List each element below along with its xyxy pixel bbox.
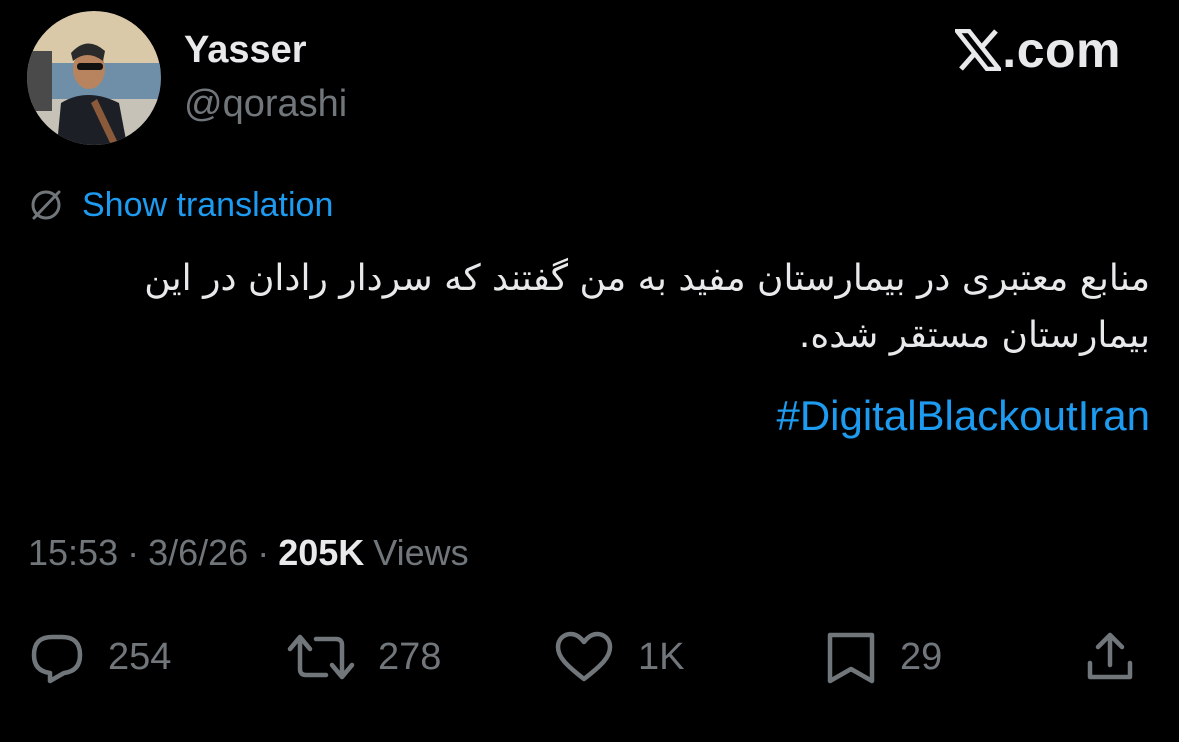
reply-icon: [31, 634, 83, 684]
views-count[interactable]: 205K: [278, 530, 364, 576]
show-translation-label[interactable]: Show translation: [82, 184, 333, 226]
tweet-date[interactable]: 3/6/26: [148, 530, 248, 576]
action-bar: 254 278 1K 29: [0, 622, 1179, 692]
views-label[interactable]: Views: [373, 530, 468, 576]
reply-count: 254: [108, 635, 172, 678]
tweet-meta: 15:53 · 3/6/26 · 205K Views: [28, 530, 469, 576]
bookmark-icon: [827, 632, 875, 684]
like-count: 1K: [638, 635, 685, 678]
avatar-photo: [27, 11, 161, 145]
author-display-name[interactable]: Yasser: [184, 26, 307, 74]
like-button[interactable]: 1K: [552, 622, 684, 692]
repost-count: 278: [378, 635, 442, 678]
hashtag-link[interactable]: #DigitalBlackoutIran: [776, 388, 1150, 444]
tweet-card: Yasser @qorashi .com Show translation من…: [0, 0, 1179, 742]
repost-icon: [287, 634, 355, 680]
meta-separator: ·: [257, 532, 270, 573]
show-translation-button[interactable]: Show translation: [28, 184, 333, 226]
heart-icon: [555, 631, 613, 682]
avatar[interactable]: [27, 11, 161, 145]
bookmark-count: 29: [900, 635, 943, 678]
bookmark-button[interactable]: 29: [824, 622, 942, 692]
repost-button[interactable]: 278: [286, 622, 441, 692]
meta-separator: ·: [127, 532, 140, 573]
author-handle[interactable]: @qorashi: [184, 80, 347, 128]
brand-domain-text: .com: [1002, 22, 1121, 78]
share-button[interactable]: [1084, 622, 1136, 692]
x-brand-watermark: .com: [955, 22, 1121, 78]
x-logo-icon: [955, 29, 1002, 71]
reply-button[interactable]: 254: [28, 622, 171, 692]
tweet-time[interactable]: 15:53: [28, 530, 118, 576]
tweet-text: منابع معتبری در بیمارستان مفید به من گفت…: [144, 258, 1150, 356]
globe-icon: [31, 190, 61, 220]
share-icon: [1087, 632, 1133, 680]
